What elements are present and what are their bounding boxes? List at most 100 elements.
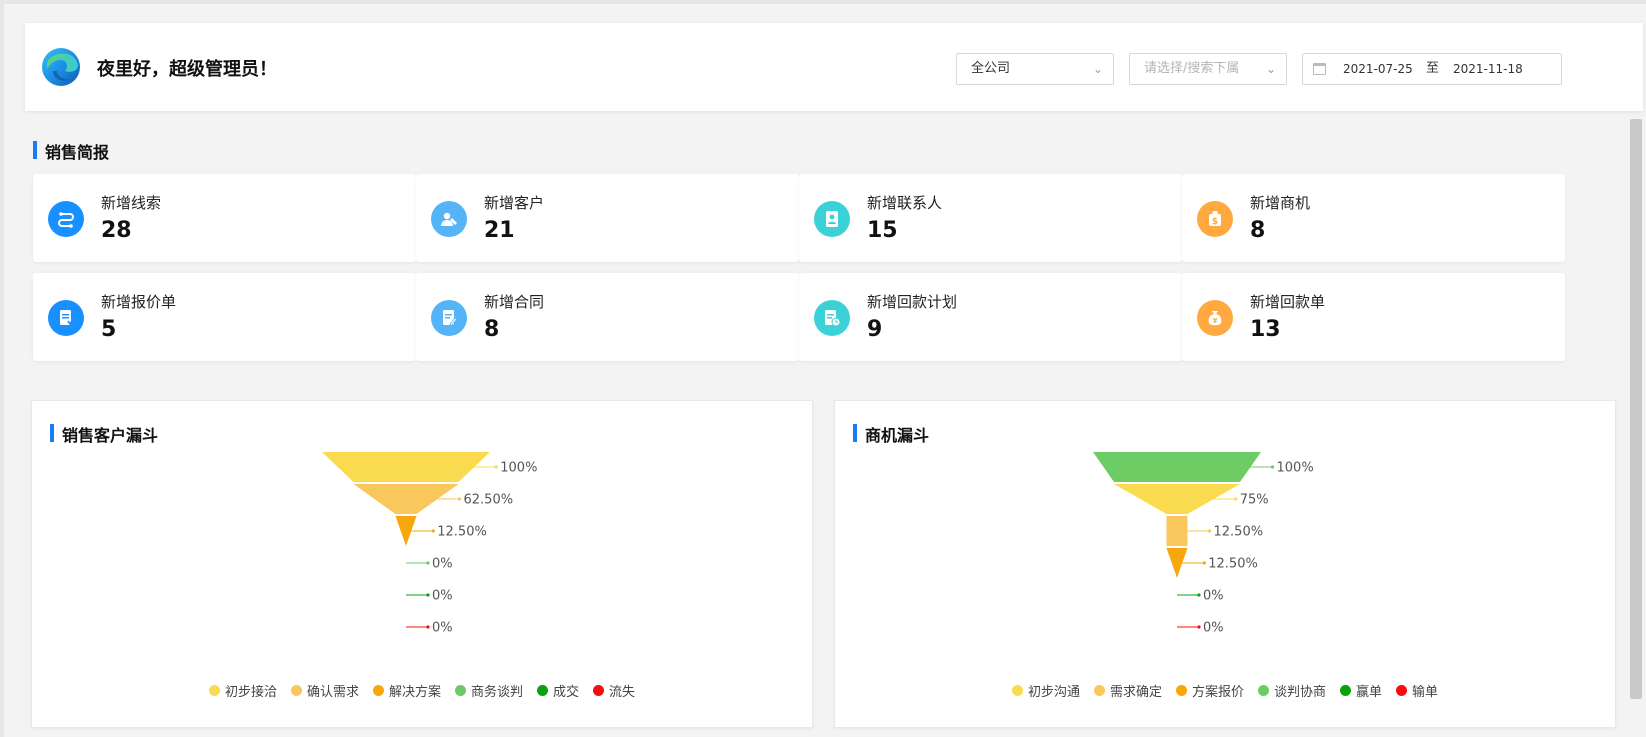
opportunity-icon: $ bbox=[1197, 201, 1233, 237]
legend-label: 输单 bbox=[1412, 685, 1439, 700]
funnel-stage[interactable] bbox=[322, 452, 490, 482]
stat-card[interactable]: 新增客户 21 bbox=[416, 174, 799, 262]
legend-item[interactable]: 商务谈判 bbox=[455, 681, 523, 700]
stat-card-label: 新增线索 bbox=[101, 194, 162, 212]
stat-card-value: 8 bbox=[1250, 218, 1266, 243]
legend-dot-icon bbox=[1175, 685, 1187, 696]
legend-dot-icon bbox=[455, 685, 466, 696]
stat-card[interactable]: 新增联系人 15 bbox=[799, 174, 1182, 262]
stat-card-label: 新增回款计划 bbox=[867, 293, 958, 311]
funnel-stage[interactable] bbox=[1166, 516, 1188, 546]
date-start[interactable]: 2021-07-25 bbox=[1343, 54, 1413, 84]
chevron-down-icon: ⌄ bbox=[1265, 62, 1276, 76]
legend-item[interactable]: 输单 bbox=[1396, 681, 1438, 700]
date-end[interactable]: 2021-11-18 bbox=[1453, 54, 1523, 84]
stat-card-label: 新增商机 bbox=[1250, 194, 1311, 212]
opportunity-funnel-chart: 100% 75% 12.50% 12.50% 0% 0% bbox=[1093, 452, 1314, 636]
funnel-value-label: 100% bbox=[1277, 461, 1314, 476]
funnel-label-dot bbox=[426, 625, 430, 629]
legend-item[interactable]: 需求确定 bbox=[1093, 681, 1162, 700]
stat-card-label: 新增回款单 bbox=[1250, 293, 1326, 311]
app-frame: 夜里好，超级管理员！ 全公司 ⌄ 请选择/搜索下属 ⌄ 2021-07-25 至… bbox=[0, 0, 1646, 737]
legend-label: 流失 bbox=[609, 685, 636, 700]
company-select-value: 全公司 bbox=[971, 61, 1011, 76]
sales-brief-title: 销售简报 bbox=[33, 139, 109, 163]
legend-dot-icon bbox=[593, 685, 605, 696]
stat-card[interactable]: ¥ 新增回款单 13 bbox=[1182, 273, 1565, 361]
funnel-value-label: 12.50% bbox=[1208, 557, 1258, 572]
legend-label: 确认需求 bbox=[306, 685, 359, 700]
funnel-value-label: 0% bbox=[1203, 621, 1224, 636]
edge-logo-icon bbox=[41, 47, 81, 87]
stat-card[interactable]: 新增线索 28 bbox=[33, 174, 416, 262]
legend-item[interactable]: 初步沟通 bbox=[1011, 681, 1080, 700]
subordinate-select[interactable]: 请选择/搜索下属 ⌄ bbox=[1129, 53, 1287, 85]
stat-card-label: 新增客户 bbox=[484, 194, 545, 212]
customer-funnel-panel: 销售客户漏斗 100% 62.50% 12.50% 0% 0% 0% 初步接洽 确认需求 解决… bbox=[31, 400, 813, 728]
stat-card-label: 新增联系人 bbox=[867, 194, 943, 212]
stat-card-value: 15 bbox=[867, 218, 898, 243]
stat-card[interactable]: $ 新增商机 8 bbox=[1182, 174, 1565, 262]
date-range-picker[interactable]: 2021-07-25 至 2021-11-18 bbox=[1302, 53, 1562, 85]
customer-funnel-chart: 100% 62.50% 12.50% 0% 0% 0% bbox=[322, 452, 537, 636]
contact-icon bbox=[814, 201, 850, 237]
subordinate-select-placeholder: 请选择/搜索下属 bbox=[1144, 61, 1240, 76]
lead-icon bbox=[48, 201, 84, 237]
funnel-value-label: 0% bbox=[1203, 589, 1224, 604]
legend-label: 初步沟通 bbox=[1027, 685, 1080, 700]
quote-icon bbox=[48, 300, 84, 336]
payment-receipt-icon: ¥ bbox=[1197, 300, 1233, 336]
legend-label: 成交 bbox=[553, 685, 580, 700]
legend-label: 需求确定 bbox=[1109, 685, 1162, 700]
legend-item[interactable]: 确认需求 bbox=[290, 681, 359, 700]
stat-card[interactable]: 新增合同 8 bbox=[416, 273, 799, 361]
chevron-down-icon: ⌄ bbox=[1092, 62, 1103, 76]
legend-label: 赢单 bbox=[1356, 685, 1383, 700]
legend-dot-icon bbox=[372, 685, 384, 696]
stat-card[interactable]: 新增报价单 5 bbox=[33, 273, 416, 361]
funnel-label-dot bbox=[431, 529, 435, 533]
funnel-stage[interactable] bbox=[1093, 452, 1261, 482]
vertical-scrollbar[interactable] bbox=[1630, 119, 1642, 699]
funnel-label-dot bbox=[1197, 625, 1201, 629]
legend-dot-icon bbox=[537, 685, 549, 696]
funnel-label-dot bbox=[1234, 497, 1238, 501]
funnel-label-dot bbox=[426, 593, 430, 597]
legend-label: 方案报价 bbox=[1191, 685, 1244, 700]
funnel-label-dot bbox=[1207, 529, 1212, 533]
calendar-icon bbox=[1313, 63, 1326, 75]
funnel-value-label: 100% bbox=[500, 461, 537, 476]
legend-item[interactable]: 赢单 bbox=[1340, 681, 1382, 700]
payment-plan-icon bbox=[814, 300, 850, 336]
stat-card-value: 5 bbox=[101, 317, 117, 342]
funnel-value-label: 62.50% bbox=[464, 493, 514, 508]
legend-item[interactable]: 解决方案 bbox=[372, 681, 441, 700]
stat-card[interactable]: 新增回款计划 9 bbox=[799, 273, 1182, 361]
funnel-label-dot bbox=[1270, 465, 1275, 469]
legend-label: 初步接洽 bbox=[224, 685, 277, 700]
legend-dot-icon bbox=[290, 685, 302, 696]
company-select[interactable]: 全公司 ⌄ bbox=[956, 53, 1114, 85]
stat-card-label: 新增报价单 bbox=[101, 293, 177, 311]
funnel-label-dot bbox=[457, 497, 462, 501]
legend-item[interactable]: 流失 bbox=[593, 681, 635, 700]
funnel-value-label: 75% bbox=[1240, 493, 1269, 508]
legend-item[interactable]: 谈判协商 bbox=[1258, 681, 1326, 700]
legend-item[interactable]: 成交 bbox=[537, 681, 579, 700]
svg-text:¥: ¥ bbox=[1213, 317, 1218, 325]
stat-card-value: 8 bbox=[484, 317, 500, 342]
funnel-value-label: 12.50% bbox=[1214, 525, 1264, 540]
funnel-value-label: 0% bbox=[432, 621, 453, 636]
funnel-label-dot bbox=[1202, 561, 1206, 565]
legend-label: 谈判协商 bbox=[1274, 685, 1327, 700]
header-bar: 夜里好，超级管理员！ 全公司 ⌄ 请选择/搜索下属 ⌄ 2021-07-25 至… bbox=[25, 23, 1643, 111]
legend-item[interactable]: 方案报价 bbox=[1175, 681, 1244, 700]
funnel-label-dot bbox=[1197, 593, 1201, 597]
legend-dot-icon bbox=[1093, 685, 1105, 696]
greeting-text: 夜里好，超级管理员！ bbox=[97, 59, 277, 80]
legend-dot-icon bbox=[1340, 685, 1352, 696]
stat-card-label: 新增合同 bbox=[484, 293, 545, 311]
stat-card-value: 9 bbox=[867, 317, 883, 342]
legend-item[interactable]: 初步接洽 bbox=[208, 681, 277, 700]
funnel-label-dot bbox=[426, 561, 430, 565]
